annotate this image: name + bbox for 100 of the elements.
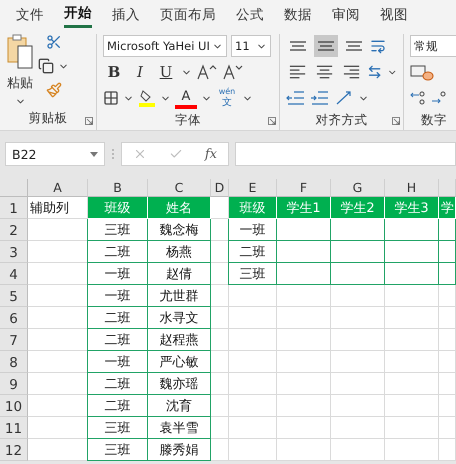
empty-cell (277, 417, 331, 439)
row-header[interactable]: 2 (0, 219, 28, 241)
header-cell: 学生1 (277, 197, 331, 219)
dialog-launcher-icon[interactable] (392, 117, 400, 125)
empty-cell (211, 329, 229, 351)
table-cell (438, 241, 456, 263)
dialog-launcher-icon[interactable] (85, 117, 93, 125)
table-cell: 二班 (87, 329, 148, 351)
row-header[interactable]: 12 (0, 439, 28, 461)
empty-cell (385, 373, 439, 395)
empty-cell (385, 307, 439, 329)
row-header[interactable]: 10 (0, 395, 28, 417)
empty-cell (385, 351, 439, 373)
row-header[interactable]: 6 (0, 307, 28, 329)
number-format-field[interactable]: 常规 (410, 35, 456, 57)
row-header[interactable]: 1 (0, 197, 28, 219)
ribbon-tab[interactable]: 文件 (16, 2, 44, 26)
center-align-icon (315, 65, 334, 79)
header-cell: 学生2 (331, 197, 385, 219)
bold-button[interactable]: B (103, 61, 125, 83)
empty-cell (331, 373, 385, 395)
wrap-text-icon[interactable] (370, 38, 386, 54)
font-color-button[interactable]: A (175, 87, 197, 109)
phonetic-guide-button[interactable]: wén 文 (216, 87, 238, 109)
group-label: 对齐方式 (314, 110, 368, 128)
empty-cell (211, 285, 229, 307)
header-cell: 班级 (88, 197, 148, 219)
ribbon-tab[interactable]: 插入 (112, 2, 140, 26)
row-header[interactable]: 11 (0, 417, 28, 439)
column-header[interactable]: A (28, 179, 88, 197)
copy-icon[interactable] (38, 58, 54, 74)
empty-cell (229, 417, 277, 439)
empty-cell (211, 439, 229, 461)
empty-cell (385, 285, 439, 307)
scissors-icon[interactable] (46, 34, 62, 50)
column-header[interactable]: D (211, 179, 229, 197)
row-header[interactable]: 7 (0, 329, 28, 351)
grow-font-icon[interactable] (196, 63, 218, 81)
row-header[interactable]: 9 (0, 373, 28, 395)
table-cell: 三班 (87, 417, 148, 439)
clipboard-icon[interactable] (6, 34, 34, 70)
table-cell: 一班 (87, 285, 148, 307)
row-header[interactable]: 5 (0, 285, 28, 307)
paintbrush-icon[interactable] (46, 82, 62, 98)
empty-cell (331, 329, 385, 351)
row-header[interactable]: 4 (0, 263, 28, 285)
table-cell: 二班 (87, 395, 148, 417)
empty-cell (439, 373, 456, 395)
fill-color-icon[interactable] (138, 88, 156, 108)
empty-cell (277, 285, 331, 307)
right-align-icon (342, 65, 362, 79)
paste-label[interactable]: 粘贴 (7, 74, 33, 92)
empty-cell (229, 307, 277, 329)
table-cell: 沈育 (147, 395, 211, 417)
insert-function-button[interactable]: fx (204, 146, 217, 162)
grip-icon (111, 148, 115, 160)
empty-cell (331, 417, 385, 439)
column-header[interactable]: F (277, 179, 331, 197)
table-cell: 赵程燕 (147, 329, 211, 351)
table-cell: 严心敏 (147, 351, 211, 373)
empty-cell (277, 439, 331, 461)
row-header[interactable]: 8 (0, 351, 28, 373)
merge-icon[interactable] (367, 64, 382, 80)
column-header[interactable]: B (88, 179, 148, 197)
table-cell: 水寻文 (147, 307, 211, 329)
align-button[interactable] (314, 35, 338, 57)
table-cell: 袁半雪 (147, 417, 211, 439)
ribbon-tab[interactable]: 视图 (380, 2, 408, 26)
empty-cell (385, 417, 439, 439)
decrease-indent-icon[interactable] (286, 89, 306, 107)
dialog-launcher-icon[interactable] (268, 117, 276, 125)
ribbon-tab[interactable]: 数据 (284, 2, 312, 26)
table-cell: 一班 (228, 219, 277, 241)
table-cell: 滕秀娟 (147, 439, 211, 461)
ribbon-tab[interactable]: 页面布局 (160, 2, 216, 26)
dropdown-caret-icon[interactable] (90, 152, 98, 156)
column-header[interactable]: G (331, 179, 385, 197)
italic-button[interactable]: I (129, 61, 151, 83)
underline-button[interactable]: U (155, 61, 177, 83)
column-header[interactable]: H (385, 179, 439, 197)
column-header[interactable]: C (148, 179, 211, 197)
formula-input[interactable] (235, 142, 456, 166)
increase-indent-icon[interactable] (310, 89, 330, 107)
font-size-field[interactable]: 11 (231, 35, 271, 57)
table-cell: 杨燕 (147, 241, 211, 263)
name-box[interactable]: B22 (5, 142, 105, 166)
row-header[interactable]: 3 (0, 241, 28, 263)
borders-icon[interactable] (103, 90, 119, 106)
table-cell: 赵倩 (147, 263, 211, 285)
empty-cell (229, 373, 277, 395)
font-name-field[interactable]: Microsoft YaHei UI (103, 35, 227, 57)
ribbon-tab[interactable]: 公式 (236, 2, 264, 26)
empty-cell (439, 351, 456, 373)
shrink-font-icon[interactable] (222, 63, 244, 81)
column-header[interactable]: E (229, 179, 277, 197)
empty-cell (439, 285, 456, 307)
empty-cell (439, 329, 456, 351)
empty-cell (439, 417, 456, 439)
ribbon-tab[interactable]: 审阅 (332, 2, 360, 26)
empty-cell (277, 373, 331, 395)
